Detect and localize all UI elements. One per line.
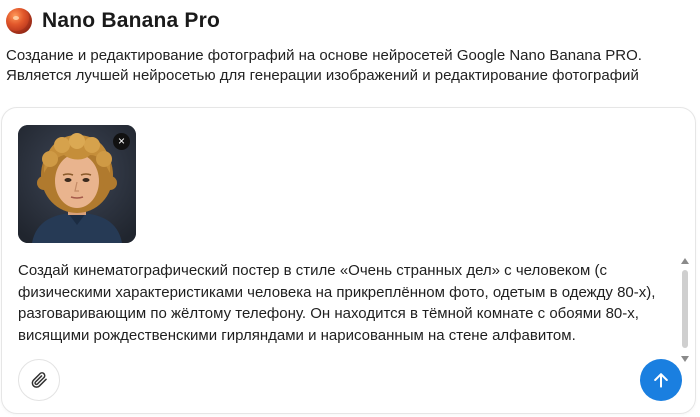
- description-line-1: Создание и редактирование фотографий на …: [6, 47, 642, 64]
- page-title: Nano Banana Pro: [42, 9, 221, 32]
- app-header: Nano Banana Pro: [6, 8, 220, 34]
- arrow-up-icon: [654, 373, 668, 388]
- scroll-up-arrow-icon[interactable]: [681, 258, 689, 264]
- description-line-2: Является лучшей нейросетью для генерации…: [6, 67, 639, 84]
- send-button[interactable]: [640, 359, 682, 401]
- page-description: Создание и редактирование фотографий на …: [6, 46, 696, 86]
- prompt-textarea[interactable]: Создай кинематографический постер в стил…: [18, 260, 668, 346]
- scrollbar-thumb[interactable]: [682, 270, 688, 348]
- paperclip-icon: [31, 372, 47, 388]
- app-logo-icon: [6, 8, 32, 34]
- attach-file-button[interactable]: [18, 359, 60, 401]
- scroll-down-arrow-icon[interactable]: [681, 356, 689, 362]
- remove-attachment-button[interactable]: ×: [113, 133, 130, 150]
- prompt-scrollbar[interactable]: [681, 248, 689, 362]
- prompt-composer: × Создай кинематографический постер в ст…: [1, 107, 696, 414]
